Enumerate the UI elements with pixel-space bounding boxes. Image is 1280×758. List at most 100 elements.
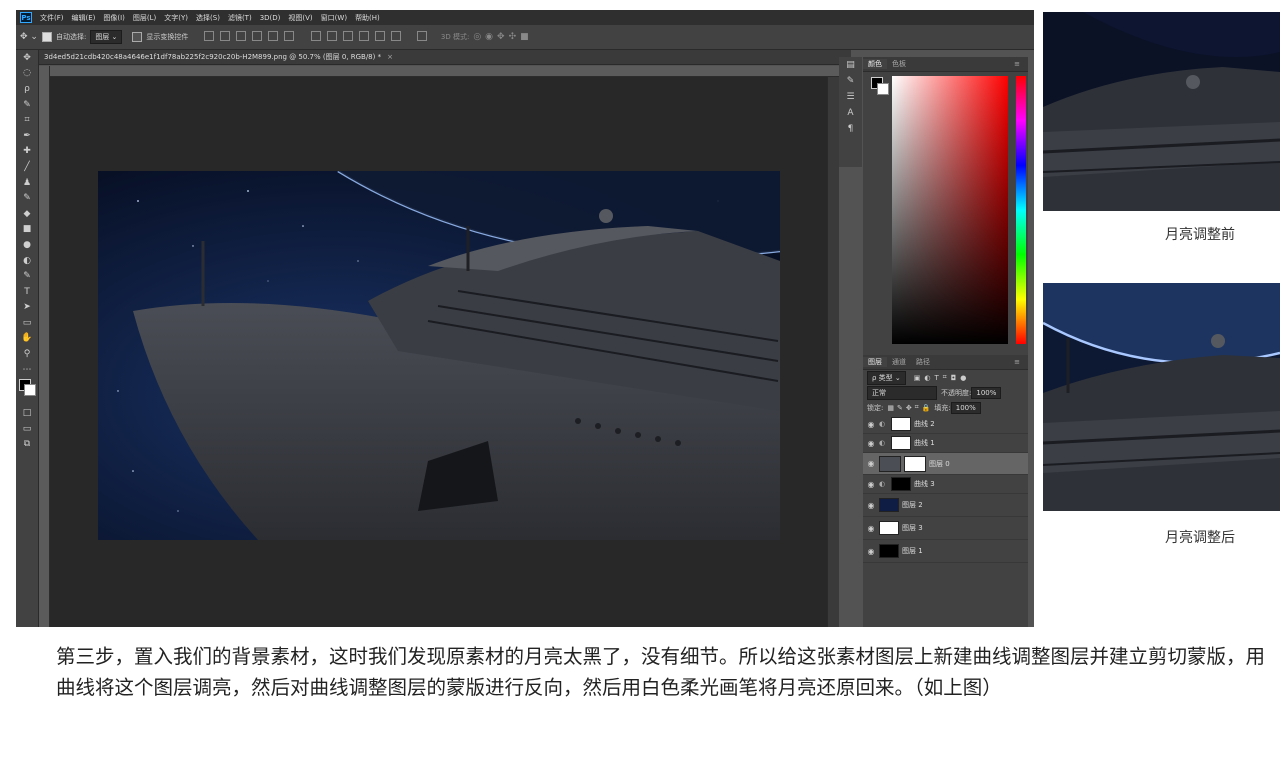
hue-slider[interactable] <box>1016 76 1026 344</box>
layer-name[interactable]: 图层 2 <box>902 500 923 510</box>
3d-scale-icon[interactable]: ■ <box>520 32 529 42</box>
align-left-icon[interactable] <box>252 31 263 41</box>
layer-thumbnail[interactable] <box>879 455 901 472</box>
move-tool-icon[interactable]: ✥ <box>16 50 38 66</box>
layer-thumbnail[interactable] <box>879 544 899 558</box>
rectangle-tool-icon[interactable]: ▭ <box>16 315 38 331</box>
menu-image[interactable]: 图像(I) <box>103 13 125 23</box>
distribute-right-icon[interactable] <box>390 31 401 41</box>
menu-type[interactable]: 文字(Y) <box>164 13 188 23</box>
character-panel-icon[interactable]: A <box>847 108 853 118</box>
auto-align-icon[interactable] <box>416 31 427 41</box>
layer-name[interactable]: 曲线 3 <box>914 479 935 489</box>
layer-filter-dropdown[interactable]: ρ 类型 ⌄ <box>867 370 906 385</box>
distribute-hcenter-icon[interactable] <box>374 31 385 41</box>
filter-adjustment-icon[interactable]: ◐ <box>924 374 930 382</box>
layer-row-layer-3[interactable]: ◉ 图层 3 <box>863 517 1028 540</box>
mask-thumbnail[interactable] <box>891 477 911 491</box>
align-hcenter-icon[interactable] <box>268 31 279 41</box>
layer-row-curves-3[interactable]: ◉ ◐ 曲线 3 <box>863 475 1028 494</box>
tab-paths[interactable]: 路径 <box>911 357 935 367</box>
document-tab[interactable]: 3d4ed5d21cdb420c48a4646e1f1df78ab225f2c9… <box>39 50 851 65</box>
autoselect-checkbox[interactable] <box>41 32 52 42</box>
mask-thumbnail[interactable] <box>904 455 926 472</box>
fill-field[interactable]: 100% <box>950 401 981 414</box>
opacity-field[interactable]: 100% <box>971 386 1002 399</box>
layer-name[interactable]: 图层 3 <box>902 523 923 533</box>
3d-pan-icon[interactable]: ✥ <box>497 32 505 42</box>
menu-3d[interactable]: 3D(D) <box>260 14 281 22</box>
visibility-eye-icon[interactable]: ◉ <box>863 420 879 429</box>
mask-thumbnail[interactable] <box>891 417 911 431</box>
distribute-top-icon[interactable] <box>310 31 321 41</box>
saturation-brightness-field[interactable] <box>892 76 1008 344</box>
layer-row-layer-0[interactable]: ◉ 图层 0 <box>863 453 1028 475</box>
menu-file[interactable]: 文件(F) <box>40 13 64 23</box>
properties-panel-icon[interactable]: ☰ <box>846 92 854 102</box>
clone-stamp-tool-icon[interactable]: ♟ <box>16 175 38 191</box>
layer-name[interactable]: 曲线 2 <box>914 419 935 429</box>
distribute-bottom-icon[interactable] <box>342 31 353 41</box>
menu-select[interactable]: 选择(S) <box>196 13 220 23</box>
layer-row-curves-2[interactable]: ◉ ◐ 曲线 2 <box>863 415 1028 434</box>
brush-panel-icon[interactable]: ✎ <box>847 76 855 86</box>
marquee-tool-icon[interactable]: ◌ <box>16 66 38 82</box>
close-tab-icon[interactable]: × <box>387 53 393 61</box>
brush-tool-icon[interactable]: ╱ <box>16 159 38 175</box>
zoom-tool-icon[interactable]: ⚲ <box>16 346 38 362</box>
3d-orbit-icon[interactable]: ◎ <box>473 32 481 42</box>
magic-wand-tool-icon[interactable]: ✎ <box>16 97 38 113</box>
visibility-eye-icon[interactable]: ◉ <box>863 501 879 510</box>
filter-toggle-icon[interactable]: ● <box>960 374 966 382</box>
layer-row-curves-1[interactable]: ◉ ◐ 曲线 1 <box>863 434 1028 453</box>
tab-channels[interactable]: 通道 <box>887 357 911 367</box>
menu-edit[interactable]: 编辑(E) <box>72 13 96 23</box>
menu-layer[interactable]: 图层(L) <box>133 13 156 23</box>
path-selection-tool-icon[interactable]: ➤ <box>16 300 38 316</box>
tab-color[interactable]: 颜色 <box>863 59 887 69</box>
tab-swatches[interactable]: 色板 <box>887 59 911 69</box>
artboard-icon[interactable]: ⧉ <box>16 437 38 453</box>
history-brush-tool-icon[interactable]: ✎ <box>16 190 38 206</box>
move-tool-icon[interactable]: ✥ ⌄ <box>20 32 38 42</box>
hand-tool-icon[interactable]: ✋ <box>16 331 38 347</box>
align-bottom-icon[interactable] <box>236 31 247 41</box>
menu-view[interactable]: 视图(V) <box>288 13 312 23</box>
layer-thumbnail[interactable] <box>879 498 899 512</box>
visibility-eye-icon[interactable]: ◉ <box>863 524 879 533</box>
mask-thumbnail[interactable] <box>891 436 911 450</box>
lock-transparency-icon[interactable]: ▦ <box>887 404 894 412</box>
filter-type-icon[interactable]: T <box>935 374 939 382</box>
lock-all-icon[interactable]: 🔒 <box>922 404 931 412</box>
layer-row-layer-2[interactable]: ◉ 图层 2 <box>863 494 1028 517</box>
layer-name[interactable]: 图层 0 <box>929 459 950 469</box>
blur-tool-icon[interactable]: ● <box>16 237 38 253</box>
visibility-eye-icon[interactable]: ◉ <box>863 459 879 468</box>
eyedropper-tool-icon[interactable]: ✒ <box>16 128 38 144</box>
lasso-tool-icon[interactable]: ρ <box>16 81 38 97</box>
autoselect-dropdown[interactable]: 图层 ⌄ <box>90 30 123 44</box>
paragraph-panel-icon[interactable]: ¶ <box>848 124 854 134</box>
canvas-image[interactable] <box>98 171 780 540</box>
vertical-scrollbar[interactable] <box>827 77 839 627</box>
filter-pixel-icon[interactable]: ▣ <box>914 374 921 382</box>
panel-menu-icon[interactable]: ≡ <box>1009 60 1025 68</box>
crop-tool-icon[interactable]: ⌗ <box>16 112 38 128</box>
layer-name[interactable]: 曲线 1 <box>914 438 935 448</box>
blend-mode-dropdown[interactable]: 正常 <box>867 385 937 400</box>
3d-roll-icon[interactable]: ◉ <box>485 32 493 42</box>
distribute-vcenter-icon[interactable] <box>326 31 337 41</box>
color-swatches-icon[interactable] <box>16 377 38 405</box>
layer-name[interactable]: 图层 1 <box>902 546 923 556</box>
align-right-icon[interactable] <box>284 31 295 41</box>
more-tools-icon[interactable]: ⋯ <box>16 362 38 378</box>
filter-shape-icon[interactable]: ⌗ <box>943 373 947 382</box>
align-vcenter-icon[interactable] <box>220 31 231 41</box>
visibility-eye-icon[interactable]: ◉ <box>863 439 879 448</box>
screen-mode-icon[interactable]: ▭ <box>16 421 38 437</box>
visibility-eye-icon[interactable]: ◉ <box>863 480 879 489</box>
gradient-tool-icon[interactable]: ■ <box>16 222 38 238</box>
lock-position-icon[interactable]: ✥ <box>906 404 912 412</box>
visibility-eye-icon[interactable]: ◉ <box>863 547 879 556</box>
healing-brush-tool-icon[interactable]: ✚ <box>16 144 38 160</box>
